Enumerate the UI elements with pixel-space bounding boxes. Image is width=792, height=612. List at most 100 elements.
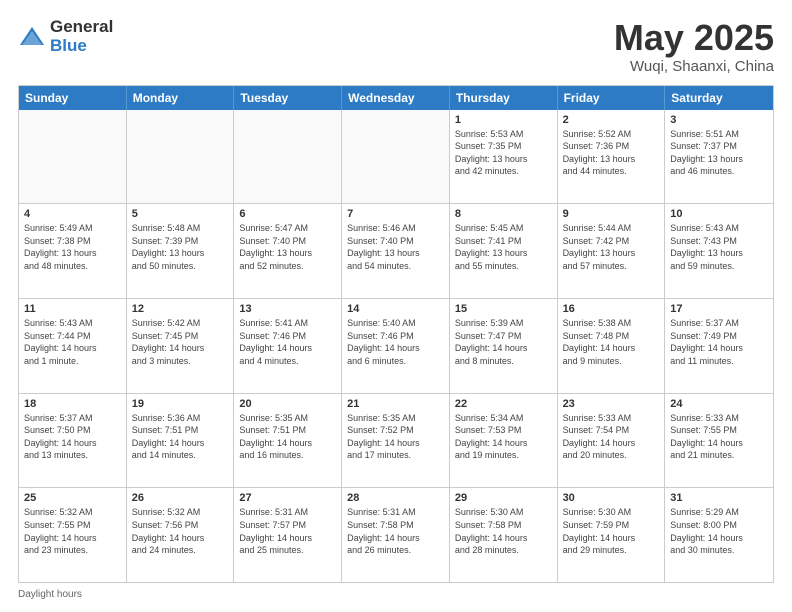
day-info: Sunrise: 5:31 AM Sunset: 7:57 PM Dayligh… — [239, 506, 336, 556]
footer: Daylight hours — [18, 589, 774, 600]
day-info: Sunrise: 5:44 AM Sunset: 7:42 PM Dayligh… — [563, 222, 660, 272]
day-header-sunday: Sunday — [19, 86, 127, 110]
calendar-body: 1 Sunrise: 5:53 AM Sunset: 7:35 PM Daylig… — [19, 110, 773, 582]
day-number: 17 — [670, 303, 768, 315]
day-number: 20 — [239, 398, 336, 410]
logo-text: General Blue — [50, 18, 113, 55]
day-number: 10 — [670, 208, 768, 220]
week-row-3: 11 Sunrise: 5:43 AM Sunset: 7:44 PM Dayli… — [19, 298, 773, 393]
day-number: 12 — [132, 303, 229, 315]
week-row-5: 25Sunrise: 5:32 AM Sunset: 7:55 PM Dayli… — [19, 487, 773, 582]
day-number: 14 — [347, 303, 444, 315]
day-info: Sunrise: 5:31 AM Sunset: 7:58 PM Dayligh… — [347, 506, 444, 556]
day-number: 13 — [239, 303, 336, 315]
logo-general-text: General — [50, 18, 113, 37]
day-cell — [342, 110, 450, 204]
title-month: May 2025 — [614, 18, 774, 58]
day-info: Sunrise: 5:43 AM Sunset: 7:44 PM Dayligh… — [24, 317, 121, 367]
day-cell: 6 Sunrise: 5:47 AM Sunset: 7:40 PM Daylig… — [234, 204, 342, 298]
day-number: 16 — [563, 303, 660, 315]
day-number: 29 — [455, 492, 552, 504]
day-info: Sunrise: 5:29 AM Sunset: 8:00 PM Dayligh… — [670, 506, 768, 556]
day-number: 24 — [670, 398, 768, 410]
week-row-1: 1 Sunrise: 5:53 AM Sunset: 7:35 PM Daylig… — [19, 110, 773, 204]
logo-blue-text: Blue — [50, 37, 113, 56]
day-info: Sunrise: 5:34 AM Sunset: 7:53 PM Dayligh… — [455, 412, 552, 462]
day-cell: 21Sunrise: 5:35 AM Sunset: 7:52 PM Dayli… — [342, 394, 450, 488]
day-cell: 4Sunrise: 5:49 AM Sunset: 7:38 PM Daylig… — [19, 204, 127, 298]
day-info: Sunrise: 5:32 AM Sunset: 7:56 PM Dayligh… — [132, 506, 229, 556]
day-cell: 12 Sunrise: 5:42 AM Sunset: 7:45 PM Dayli… — [127, 299, 235, 393]
day-info: Sunrise: 5:35 AM Sunset: 7:51 PM Dayligh… — [239, 412, 336, 462]
day-info: Sunrise: 5:47 AM Sunset: 7:40 PM Dayligh… — [239, 222, 336, 272]
day-cell: 7 Sunrise: 5:46 AM Sunset: 7:40 PM Daylig… — [342, 204, 450, 298]
day-cell: 13Sunrise: 5:41 AM Sunset: 7:46 PM Dayli… — [234, 299, 342, 393]
day-info: Sunrise: 5:40 AM Sunset: 7:46 PM Dayligh… — [347, 317, 444, 367]
day-number: 4 — [24, 208, 121, 220]
day-number: 31 — [670, 492, 768, 504]
day-info: Sunrise: 5:39 AM Sunset: 7:47 PM Dayligh… — [455, 317, 552, 367]
day-info: Sunrise: 5:30 AM Sunset: 7:59 PM Dayligh… — [563, 506, 660, 556]
day-cell: 2Sunrise: 5:52 AM Sunset: 7:36 PM Daylig… — [558, 110, 666, 204]
day-cell: 20 Sunrise: 5:35 AM Sunset: 7:51 PM Dayli… — [234, 394, 342, 488]
day-number: 25 — [24, 492, 121, 504]
day-number: 19 — [132, 398, 229, 410]
calendar: SundayMondayTuesdayWednesdayThursdayFrid… — [18, 85, 774, 583]
title-location: Wuqi, Shaanxi, China — [614, 58, 774, 75]
day-info: Sunrise: 5:33 AM Sunset: 7:55 PM Dayligh… — [670, 412, 768, 462]
header: General Blue May 2025 Wuqi, Shaanxi, Chi… — [18, 18, 774, 75]
logo: General Blue — [18, 18, 113, 55]
day-info: Sunrise: 5:35 AM Sunset: 7:52 PM Dayligh… — [347, 412, 444, 462]
day-cell: 1 Sunrise: 5:53 AM Sunset: 7:35 PM Daylig… — [450, 110, 558, 204]
day-header-tuesday: Tuesday — [234, 86, 342, 110]
title-block: May 2025 Wuqi, Shaanxi, China — [614, 18, 774, 75]
day-info: Sunrise: 5:51 AM Sunset: 7:37 PM Dayligh… — [670, 128, 768, 178]
day-number: 26 — [132, 492, 229, 504]
day-cell: 24 Sunrise: 5:33 AM Sunset: 7:55 PM Dayli… — [665, 394, 773, 488]
day-cell — [19, 110, 127, 204]
day-number: 1 — [455, 114, 552, 126]
day-cell: 3 Sunrise: 5:51 AM Sunset: 7:37 PM Daylig… — [665, 110, 773, 204]
day-number: 6 — [239, 208, 336, 220]
logo-icon — [18, 23, 46, 51]
day-number: 5 — [132, 208, 229, 220]
day-number: 22 — [455, 398, 552, 410]
day-cell: 5Sunrise: 5:48 AM Sunset: 7:39 PM Daylig… — [127, 204, 235, 298]
day-cell: 25Sunrise: 5:32 AM Sunset: 7:55 PM Dayli… — [19, 488, 127, 582]
day-info: Sunrise: 5:33 AM Sunset: 7:54 PM Dayligh… — [563, 412, 660, 462]
day-header-thursday: Thursday — [450, 86, 558, 110]
day-cell: 15 Sunrise: 5:39 AM Sunset: 7:47 PM Dayli… — [450, 299, 558, 393]
day-cell: 28Sunrise: 5:31 AM Sunset: 7:58 PM Dayli… — [342, 488, 450, 582]
day-number: 8 — [455, 208, 552, 220]
day-cell: 30 Sunrise: 5:30 AM Sunset: 7:59 PM Dayli… — [558, 488, 666, 582]
day-number: 7 — [347, 208, 444, 220]
day-info: Sunrise: 5:53 AM Sunset: 7:35 PM Dayligh… — [455, 128, 552, 178]
calendar-page: General Blue May 2025 Wuqi, Shaanxi, Chi… — [0, 0, 792, 612]
day-number: 30 — [563, 492, 660, 504]
day-info: Sunrise: 5:42 AM Sunset: 7:45 PM Dayligh… — [132, 317, 229, 367]
day-info: Sunrise: 5:30 AM Sunset: 7:58 PM Dayligh… — [455, 506, 552, 556]
day-header-saturday: Saturday — [665, 86, 773, 110]
day-cell — [127, 110, 235, 204]
day-cell: 11 Sunrise: 5:43 AM Sunset: 7:44 PM Dayli… — [19, 299, 127, 393]
day-info: Sunrise: 5:43 AM Sunset: 7:43 PM Dayligh… — [670, 222, 768, 272]
day-number: 11 — [24, 303, 121, 315]
day-number: 27 — [239, 492, 336, 504]
day-info: Sunrise: 5:52 AM Sunset: 7:36 PM Dayligh… — [563, 128, 660, 178]
week-row-4: 18Sunrise: 5:37 AM Sunset: 7:50 PM Dayli… — [19, 393, 773, 488]
day-cell: 17 Sunrise: 5:37 AM Sunset: 7:49 PM Dayli… — [665, 299, 773, 393]
day-number: 3 — [670, 114, 768, 126]
day-cell: 9 Sunrise: 5:44 AM Sunset: 7:42 PM Daylig… — [558, 204, 666, 298]
day-header-friday: Friday — [558, 86, 666, 110]
day-info: Sunrise: 5:45 AM Sunset: 7:41 PM Dayligh… — [455, 222, 552, 272]
day-number: 15 — [455, 303, 552, 315]
day-info: Sunrise: 5:37 AM Sunset: 7:50 PM Dayligh… — [24, 412, 121, 462]
day-cell: 23Sunrise: 5:33 AM Sunset: 7:54 PM Dayli… — [558, 394, 666, 488]
day-info: Sunrise: 5:46 AM Sunset: 7:40 PM Dayligh… — [347, 222, 444, 272]
day-info: Sunrise: 5:37 AM Sunset: 7:49 PM Dayligh… — [670, 317, 768, 367]
day-number: 9 — [563, 208, 660, 220]
day-cell: 31 Sunrise: 5:29 AM Sunset: 8:00 PM Dayli… — [665, 488, 773, 582]
day-cell: 29 Sunrise: 5:30 AM Sunset: 7:58 PM Dayli… — [450, 488, 558, 582]
day-cell: 22 Sunrise: 5:34 AM Sunset: 7:53 PM Dayli… — [450, 394, 558, 488]
day-headers: SundayMondayTuesdayWednesdayThursdayFrid… — [19, 86, 773, 110]
